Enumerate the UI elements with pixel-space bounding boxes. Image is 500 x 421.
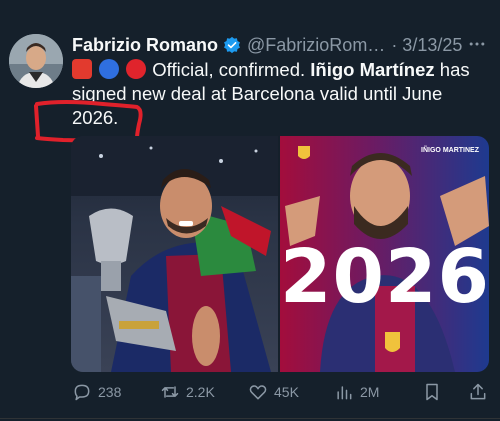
divider bbox=[0, 418, 500, 419]
tweet-media[interactable]: IÑIGO MARTINEZ 2026 bbox=[71, 136, 489, 372]
siren-emoji-icon bbox=[72, 59, 92, 79]
tweet-line-1-tail: has bbox=[434, 59, 470, 80]
author-name[interactable]: Fabrizio Romano bbox=[72, 35, 218, 56]
tweet-header: Fabrizio Romano @FabrizioRom… · 3/13/25 bbox=[72, 33, 492, 57]
graphic-caption: IÑIGO MARTINEZ bbox=[421, 147, 479, 154]
reply-icon bbox=[74, 384, 90, 401]
reply-button[interactable]: 238 bbox=[72, 380, 121, 404]
avatar-image bbox=[9, 34, 63, 88]
like-icon bbox=[249, 385, 267, 400]
verified-icon bbox=[223, 36, 241, 54]
views-button[interactable]: 2M bbox=[334, 380, 379, 404]
tweet-date[interactable]: · 3/13/25 bbox=[391, 35, 462, 56]
celebration-photo-art bbox=[71, 136, 278, 372]
repost-count: 2.2K bbox=[186, 384, 215, 400]
contract-graphic[interactable]: IÑIGO MARTINEZ 2026 bbox=[280, 136, 489, 372]
celebration-photo[interactable] bbox=[71, 136, 278, 372]
views-count: 2M bbox=[360, 384, 380, 400]
author-handle[interactable]: @FabrizioRom… bbox=[247, 35, 385, 56]
repost-icon bbox=[161, 386, 179, 398]
repost-button[interactable]: 2.2K bbox=[160, 380, 215, 404]
more-icon[interactable] bbox=[466, 33, 488, 55]
blue-circle-emoji-icon bbox=[99, 59, 120, 79]
graphic-headline: 2026 bbox=[280, 234, 489, 320]
reply-count: 238 bbox=[98, 384, 122, 400]
avatar[interactable] bbox=[9, 34, 63, 88]
like-count: 45K bbox=[274, 384, 299, 400]
tweet-line-1: Official, confirmed. Iñigo Martínez has bbox=[72, 58, 492, 82]
bookmark-icon bbox=[426, 383, 438, 401]
share-icon bbox=[470, 383, 486, 400]
tweet-actions: 238 2.2K 45K 2M bbox=[72, 380, 492, 404]
bookmark-button[interactable] bbox=[422, 380, 448, 404]
tweet-line-1-text: Official, confirmed. bbox=[152, 59, 311, 80]
share-button[interactable] bbox=[468, 380, 494, 404]
views-icon bbox=[337, 386, 352, 400]
tweet[interactable]: Fabrizio Romano @FabrizioRom… · 3/13/25 … bbox=[0, 0, 500, 421]
like-button[interactable]: 45K bbox=[248, 380, 299, 404]
player-name: Iñigo Martínez bbox=[310, 59, 435, 80]
red-circle-emoji-icon bbox=[126, 59, 147, 79]
